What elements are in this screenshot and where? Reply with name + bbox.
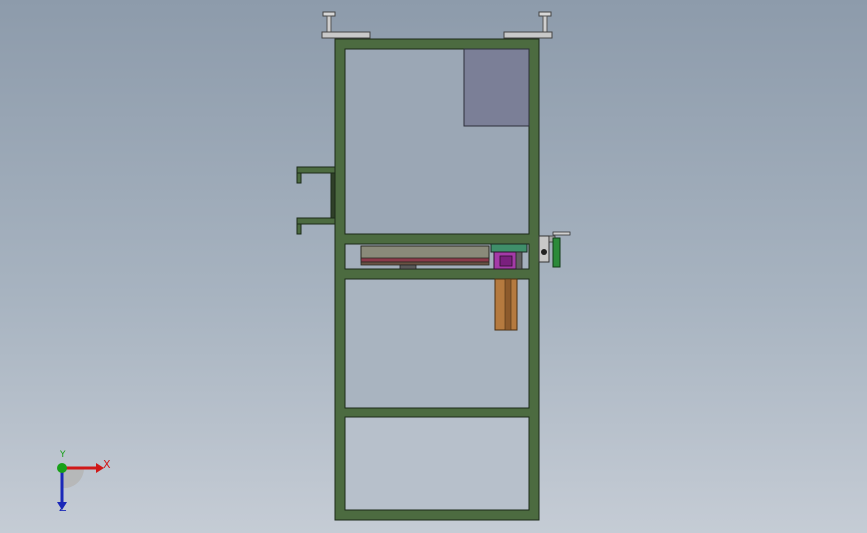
z-axis-label: Z <box>59 501 67 514</box>
cad-viewport[interactable]: X Y Z <box>0 0 867 533</box>
y-axis-label: Y <box>60 450 66 460</box>
frame-opening-bottom <box>344 416 530 511</box>
leveling-foot-left <box>321 11 371 39</box>
axis-triad[interactable]: X Y Z <box>40 448 120 520</box>
side-handle <box>538 231 571 268</box>
x-axis-label: X <box>103 458 111 471</box>
vertical-post <box>494 278 518 331</box>
slider-block <box>490 243 528 270</box>
side-bracket-lower <box>296 217 336 235</box>
cover-panel <box>463 48 530 127</box>
leveling-foot-right <box>503 11 553 39</box>
machine-frame-model[interactable] <box>0 0 867 533</box>
side-bracket-upper <box>296 166 336 224</box>
